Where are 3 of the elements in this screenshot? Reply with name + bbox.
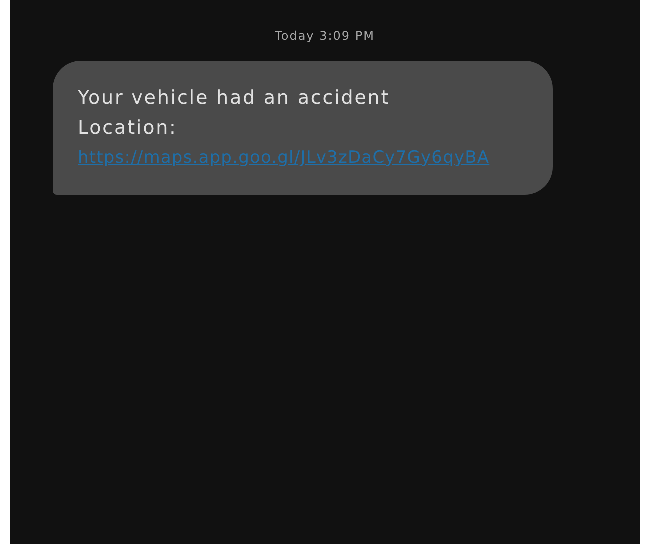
message-timestamp: Today 3:09 PM bbox=[275, 29, 375, 43]
message-text: Your vehicle had an accident Location: https://maps.app.goo.gl/JLv3zDaCy7Gy6qyBA bbox=[78, 83, 523, 173]
message-link[interactable]: https://maps.app.goo.gl/JLv3zDaCy7Gy6qyBA bbox=[78, 143, 523, 173]
